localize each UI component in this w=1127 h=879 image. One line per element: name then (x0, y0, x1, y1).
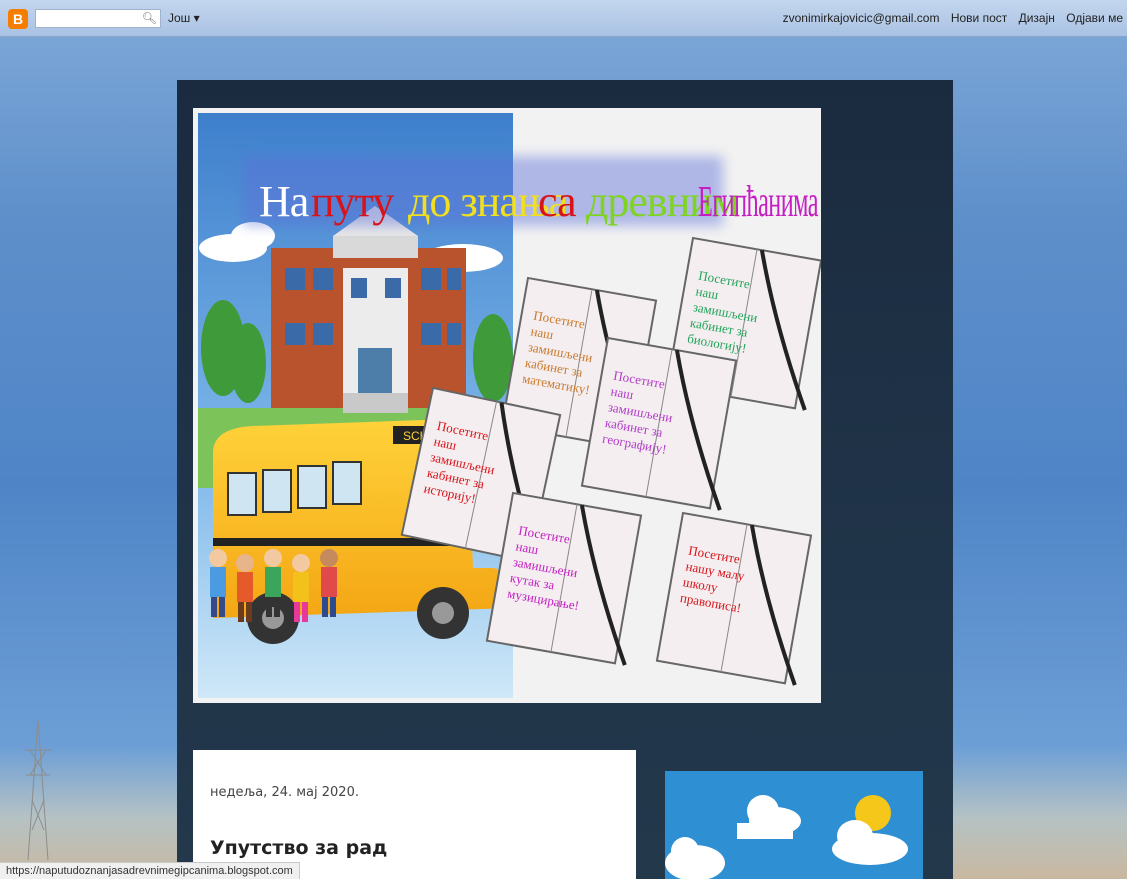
blog-header-image[interactable]: SCHOOL На путу (193, 108, 821, 703)
search-input[interactable]: 🔍︎ (35, 9, 161, 28)
blogger-navbar: B 🔍︎ Још ▾ zvonimirkajovicic@gmail.com Н… (0, 0, 1127, 37)
browser-status-url: https://naputudoznanjasadrevnimegipcanim… (0, 862, 300, 879)
blog-content-column: SCHOOL На путу (177, 80, 953, 879)
blogger-logo-icon[interactable]: B (8, 9, 28, 29)
blog-post-card: недеља, 24. мај 2020. Упутство за рад (193, 750, 636, 879)
title-word-1: На (259, 177, 309, 226)
title-word-4: са (538, 177, 576, 226)
more-menu[interactable]: Још ▾ (168, 11, 200, 25)
design-link[interactable]: Дизајн (1019, 11, 1055, 25)
power-tower-image (24, 720, 52, 860)
post-date: недеља, 24. мај 2020. (210, 785, 359, 800)
search-icon[interactable]: 🔍︎ (142, 11, 157, 25)
navbar-right-links: zvonimirkajovicic@gmail.com Нови пост Ди… (775, 11, 1123, 25)
svg-text:Посетите нашу малушкол: Посетите нашу малушколуправописа! (679, 543, 751, 616)
user-email-link[interactable]: zvonimirkajovicic@gmail.com (783, 11, 940, 25)
post-title-link[interactable]: Упутство за рад (210, 837, 387, 859)
title-word-6: Египћанима (698, 177, 818, 226)
title-word-2: путу (311, 177, 394, 226)
sidebar-weather-image (665, 771, 923, 879)
new-post-link[interactable]: Нови пост (951, 11, 1007, 25)
sign-out-link[interactable]: Одјави ме (1066, 11, 1123, 25)
header-title: На путу до знања са древним Египћанима (259, 177, 819, 226)
